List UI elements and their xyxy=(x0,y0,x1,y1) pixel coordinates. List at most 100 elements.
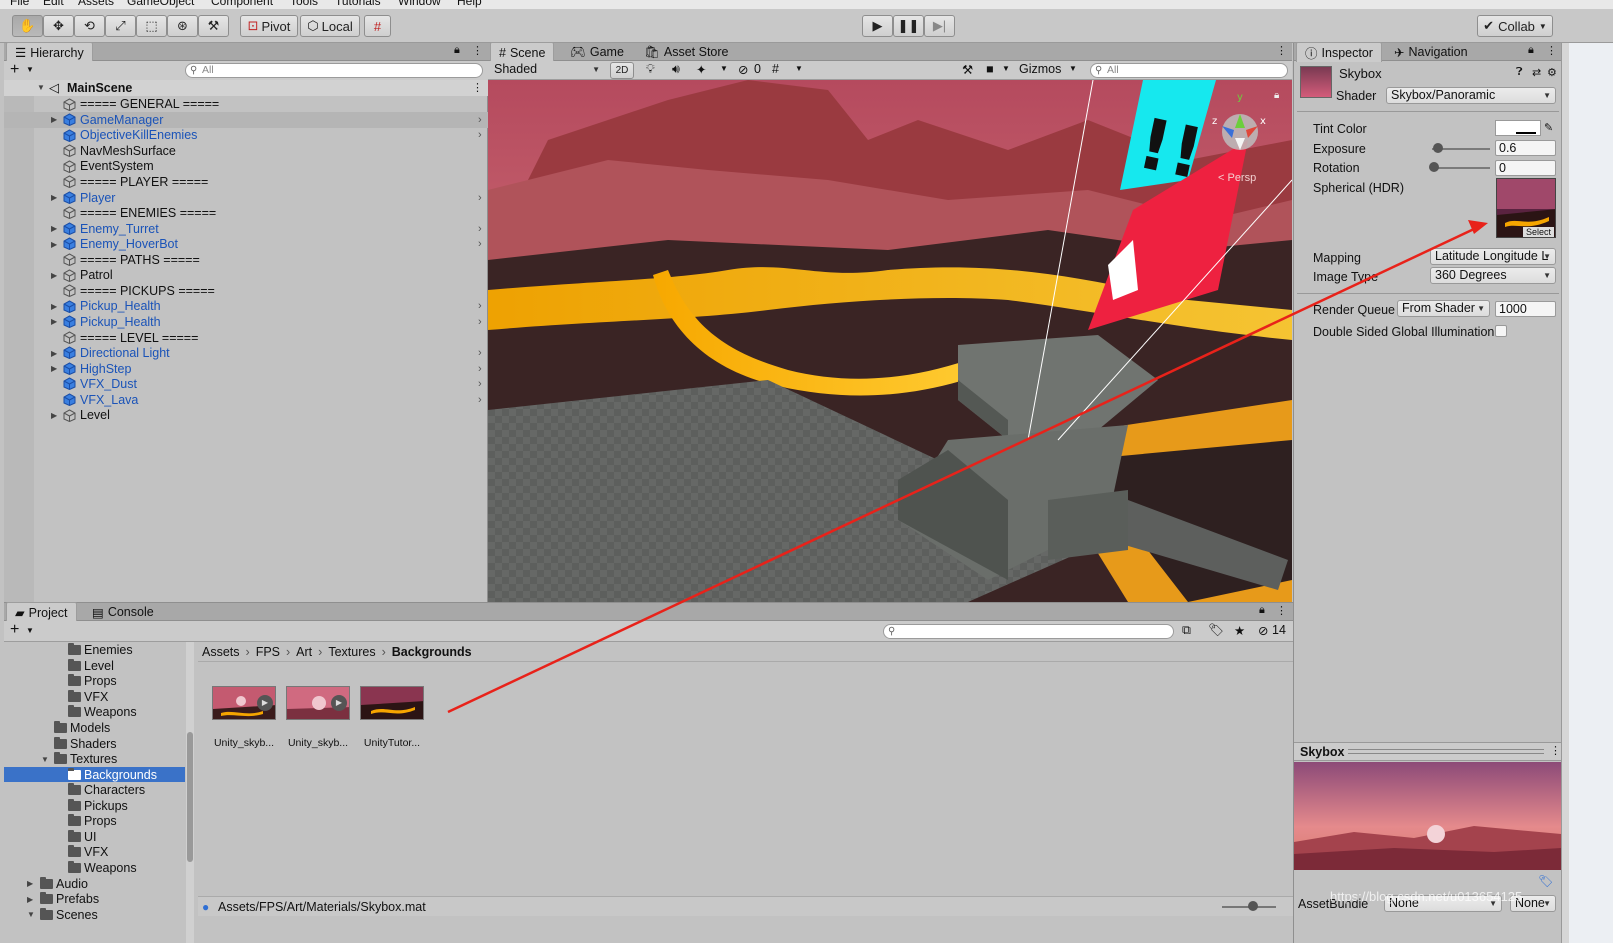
breadcrumb-fps[interactable]: FPS xyxy=(256,645,280,659)
tools-icon[interactable]: ⚒ xyxy=(962,62,973,77)
menu-assets[interactable]: Assets xyxy=(78,0,114,8)
tab-console[interactable]: ▤ Console xyxy=(84,602,162,622)
thumbnail-size-thumb[interactable] xyxy=(1248,901,1258,911)
hierarchy-item[interactable]: ▶ Player › xyxy=(4,190,488,206)
rotation-slider-thumb[interactable] xyxy=(1429,162,1439,172)
snap-button[interactable]: # xyxy=(364,15,391,37)
chevron-down-icon[interactable]: ▼ xyxy=(720,64,728,73)
chevron-down-icon[interactable]: ▼ xyxy=(26,626,34,635)
expand-triangle-icon[interactable]: ▶ xyxy=(51,240,57,249)
expand-triangle-icon[interactable]: ▼ xyxy=(37,83,45,92)
hierarchy-item[interactable]: EventSystem xyxy=(4,159,488,175)
tab-asset-store[interactable]: 🛍︎ Asset Store xyxy=(636,42,737,62)
hierarchy-item[interactable]: ▶ HighStep › xyxy=(4,361,488,377)
custom-tool-button[interactable]: ⚒ xyxy=(198,15,229,37)
toggle-2d-button[interactable]: 2D xyxy=(610,62,634,79)
hierarchy-item[interactable]: ▶ Directional Light › xyxy=(4,345,488,361)
exposure-field[interactable]: 0.6 xyxy=(1495,140,1556,156)
expand-triangle-icon[interactable]: ▶ xyxy=(51,302,57,311)
tab-game[interactable]: 🎮︎ Game xyxy=(562,42,632,62)
transform-tool-button[interactable]: ⊛ xyxy=(167,15,198,37)
rotate-tool-button[interactable]: ⟲ xyxy=(74,15,105,37)
hierarchy-item[interactable]: ObjectiveKillEnemies › xyxy=(4,128,488,144)
hierarchy-item[interactable]: ===== PLAYER ===== xyxy=(4,174,488,190)
chevron-down-icon[interactable]: ▼ xyxy=(795,64,803,73)
folder-item[interactable]: Shaders xyxy=(4,736,185,752)
folder-item[interactable]: Enemies xyxy=(4,643,185,659)
kebab-menu-icon[interactable]: ⋮ xyxy=(1276,604,1287,617)
chevron-right-icon[interactable]: › xyxy=(478,129,482,141)
tint-color-swatch[interactable] xyxy=(1495,120,1541,136)
menu-edit[interactable]: Edit xyxy=(43,0,64,8)
tab-navigation[interactable]: ✈ Navigation xyxy=(1386,42,1476,62)
expand-triangle-icon[interactable]: ▼ xyxy=(27,910,35,919)
folder-item[interactable]: ▶ Audio xyxy=(4,876,185,892)
expand-triangle-icon[interactable]: ▶ xyxy=(51,115,57,124)
move-tool-button[interactable]: ✥ xyxy=(43,15,74,37)
hidden-eye-icon[interactable]: ⊘ xyxy=(1258,623,1268,638)
filter-by-label-icon[interactable]: 🏷︎ xyxy=(1208,623,1224,638)
menu-window[interactable]: Window xyxy=(398,0,441,8)
tab-hierarchy[interactable]: ☰ Hierarchy xyxy=(6,42,93,62)
scene-viewport[interactable]: !! y z x < Persp 🔒︎ xyxy=(488,80,1292,602)
expand-triangle-icon[interactable]: ▶ xyxy=(51,224,57,233)
hierarchy-item[interactable]: ▶ Pickup_Health › xyxy=(4,299,488,315)
kebab-menu-icon[interactable]: ⋮ xyxy=(1276,44,1287,57)
menu-component[interactable]: Component xyxy=(211,0,273,8)
kebab-menu-icon[interactable]: ⋮ xyxy=(472,81,483,94)
chevron-right-icon[interactable]: › xyxy=(478,316,482,328)
expand-triangle-icon[interactable]: ▶ xyxy=(27,895,33,904)
add-plus-icon[interactable]: + xyxy=(10,61,19,79)
hierarchy-search-input[interactable]: ⚲ All xyxy=(185,63,483,78)
breadcrumb-art[interactable]: Art xyxy=(296,645,312,659)
asset-thumb-2[interactable]: ▶ xyxy=(286,686,350,720)
chevron-down-icon[interactable]: ▼ xyxy=(1069,64,1077,73)
expand-triangle-icon[interactable]: ▶ xyxy=(27,879,33,888)
shader-dropdown[interactable]: Skybox/Panoramic xyxy=(1386,87,1556,104)
collab-button[interactable]: ✔ Collab ▼ xyxy=(1477,15,1553,37)
hidden-eye-icon[interactable]: ⊘ xyxy=(738,62,748,77)
chevron-right-icon[interactable]: › xyxy=(478,238,482,250)
gear-icon[interactable]: ⚙ xyxy=(1547,66,1557,79)
folder-item[interactable]: Pickups xyxy=(4,798,185,814)
add-plus-icon[interactable]: + xyxy=(10,621,19,639)
folder-item[interactable]: ▼ Textures xyxy=(4,751,185,767)
chevron-right-icon[interactable]: › xyxy=(478,223,482,235)
preset-icon[interactable]: ⇄ xyxy=(1532,66,1541,79)
step-button[interactable]: ▶| xyxy=(924,15,955,37)
hierarchy-item[interactable]: ▶ Enemy_Turret › xyxy=(4,221,488,237)
menu-file[interactable]: File xyxy=(10,0,29,8)
play-button[interactable]: ▶ xyxy=(862,15,893,37)
chevron-right-icon[interactable]: › xyxy=(478,363,482,375)
asset-label-1[interactable]: Unity_skyb... xyxy=(207,737,281,749)
folder-item[interactable]: ▼ Scenes xyxy=(4,907,185,923)
eyedropper-icon[interactable]: ✎ xyxy=(1544,121,1553,134)
chevron-right-icon[interactable]: › xyxy=(478,300,482,312)
folder-scrollbar[interactable] xyxy=(186,642,194,943)
render-queue-dropdown[interactable]: From Shader xyxy=(1397,300,1490,317)
pivot-button[interactable]: ⊡ Pivot xyxy=(240,15,298,37)
lock-icon[interactable]: 🔒︎ xyxy=(1259,604,1265,617)
label-tag-icon[interactable]: 🏷︎ xyxy=(1538,874,1553,888)
lock-icon[interactable]: 🔒︎ xyxy=(1274,90,1279,101)
hierarchy-item[interactable]: ===== PICKUPS ===== xyxy=(4,283,488,299)
hierarchy-item[interactable]: ===== PATHS ===== xyxy=(4,252,488,268)
menu-help[interactable]: Help xyxy=(457,0,482,8)
lock-icon[interactable]: 🔒︎ xyxy=(454,44,460,57)
texture-select-button[interactable]: Select xyxy=(1522,227,1554,237)
folder-item[interactable]: Props xyxy=(4,814,185,830)
hierarchy-item[interactable]: ===== GENERAL ===== xyxy=(4,97,488,113)
folder-item[interactable]: Weapons xyxy=(4,705,185,721)
asset-thumb-1[interactable]: ▶ xyxy=(212,686,276,720)
tab-inspector[interactable]: ⓘ Inspector xyxy=(1296,42,1382,62)
star-favorite-icon[interactable]: ★ xyxy=(1234,623,1245,638)
expand-triangle-icon[interactable]: ▼ xyxy=(41,755,49,764)
folder-item[interactable]: Weapons xyxy=(4,860,185,876)
exposure-slider-thumb[interactable] xyxy=(1433,143,1443,153)
hierarchy-item[interactable]: VFX_Lava › xyxy=(4,392,488,408)
local-button[interactable]: ⬡ Local xyxy=(300,15,360,37)
expand-triangle-icon[interactable]: ▶ xyxy=(51,271,57,280)
menu-tools[interactable]: Tools xyxy=(290,0,318,8)
grid-toggle-icon[interactable]: # xyxy=(772,62,779,76)
pause-button[interactable]: ❚❚ xyxy=(893,15,924,37)
